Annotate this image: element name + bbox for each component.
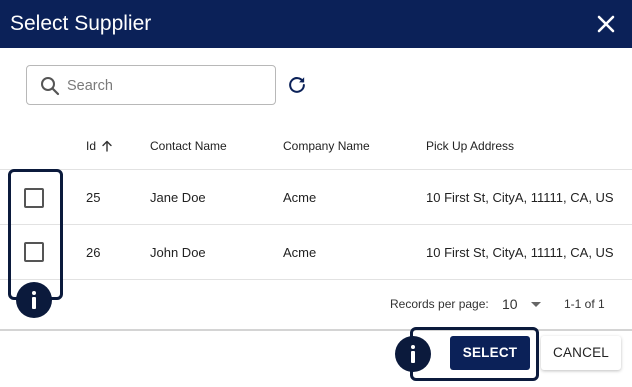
row-divider [0,224,632,225]
chevron-down-icon [531,302,541,307]
cell-address: 10 First St, CityA, 11111, CA, US [426,245,614,260]
cell-id: 26 [86,245,101,260]
column-header-company-name[interactable]: Company Name [283,139,370,153]
cell-id: 25 [86,190,101,205]
cell-company-name: Acme [283,190,317,205]
select-supplier-dialog: Select Supplier Id Contact Name Company … [0,0,632,387]
cancel-button[interactable]: CANCEL [541,336,621,370]
close-icon[interactable] [594,12,618,36]
header-divider [0,169,632,170]
search-field[interactable] [26,65,276,105]
records-per-page-value: 10 [502,296,518,312]
sort-ascending-icon[interactable] [101,140,113,152]
checkbox-highlight-frame [8,169,63,300]
dialog-title: Select Supplier [10,12,152,35]
cell-address: 10 First St, CityA, 11111, CA, US [426,190,614,205]
cell-contact-name: Jane Doe [150,190,206,205]
column-header-contact-name[interactable]: Contact Name [150,139,227,153]
info-icon [16,282,52,318]
cell-company-name: Acme [283,245,317,260]
column-header-id[interactable]: Id [86,139,96,153]
select-button[interactable]: SELECT [450,336,530,370]
records-per-page-label: Records per page: [390,297,489,311]
search-icon [41,77,60,96]
records-per-page-select[interactable]: 10 [502,294,546,314]
dialog-header: Select Supplier [0,0,632,48]
refresh-icon[interactable] [286,74,308,96]
column-header-pick-up-address[interactable]: Pick Up Address [426,139,514,153]
row-divider [0,279,632,280]
search-input[interactable] [67,75,267,97]
info-icon [395,336,431,372]
cell-contact-name: John Doe [150,245,206,260]
pagination-range: 1-1 of 1 [564,297,605,311]
